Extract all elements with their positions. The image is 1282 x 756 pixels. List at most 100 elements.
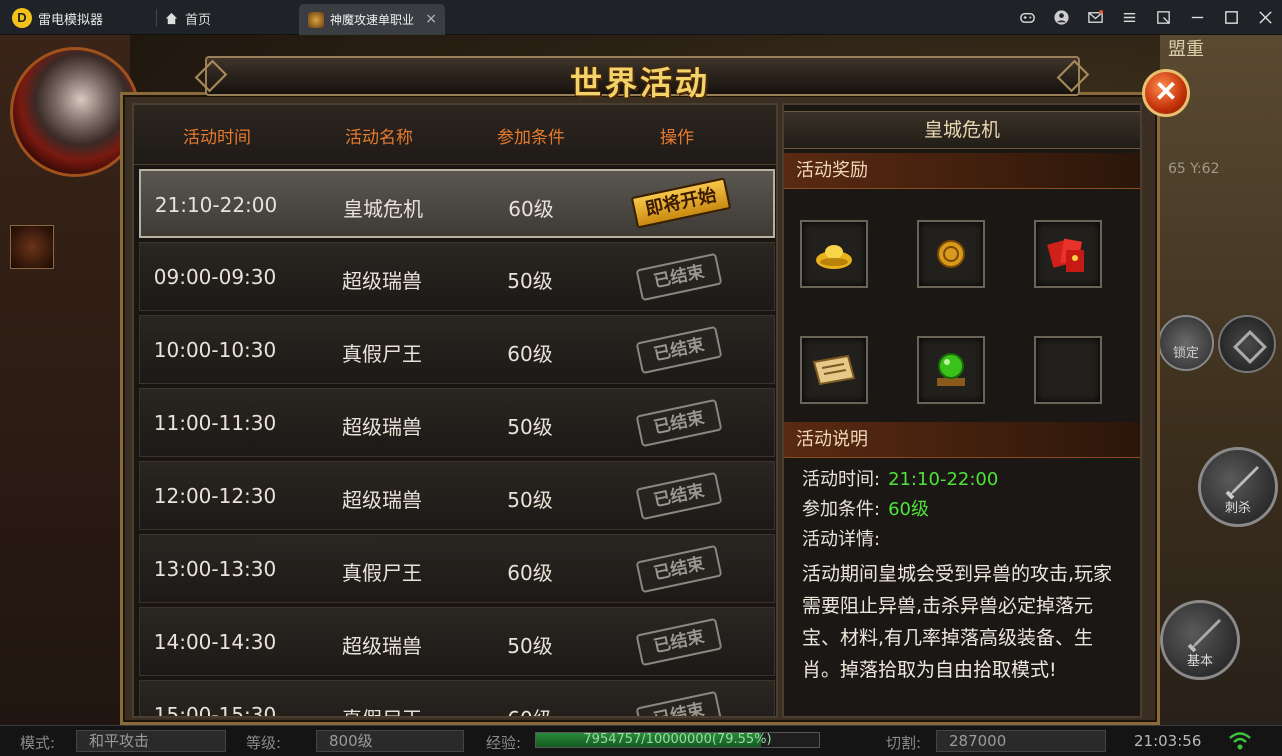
table-row[interactable]: 11:00-11:30 超级瑞兽 50级 已结束: [139, 388, 775, 457]
row-name: 真假尸王: [342, 342, 422, 366]
exp-progress-text: 7954757/10000000(79.55%): [583, 732, 772, 747]
green-orb-icon[interactable]: [917, 336, 985, 404]
clock: 21:03:56: [1134, 732, 1202, 750]
row-time: 21:10-22:00: [154, 193, 278, 217]
wifi-icon: [1229, 732, 1251, 750]
activity-time-line: 活动时间: 21:10-22:00: [802, 465, 998, 491]
row-time: 09:00-09:30: [153, 265, 277, 289]
game-tab-label: 神魔攻速单职业: [330, 13, 415, 27]
row-name: 超级瑞兽: [342, 488, 422, 512]
row-time: 11:00-11:30: [153, 411, 277, 435]
column-header-time: 活动时间: [183, 128, 251, 148]
basic-attack-button[interactable]: 基本: [1160, 600, 1240, 680]
gold-coin-icon[interactable]: [917, 220, 985, 288]
table-row[interactable]: 13:00-13:30 真假尸王 60级 已结束: [139, 534, 775, 603]
row-time: 12:00-12:30: [153, 484, 277, 508]
mode-value[interactable]: 和平攻击: [76, 730, 226, 752]
table-row[interactable]: 14:00-14:30 超级瑞兽 50级 已结束: [139, 607, 775, 676]
column-header-name: 活动名称: [345, 128, 413, 148]
map-coords: 65 Y:62: [1168, 161, 1220, 177]
column-header-action: 操作: [660, 128, 694, 148]
home-icon: [165, 12, 178, 24]
upcoming-stamp[interactable]: 即将开始: [630, 177, 732, 229]
buff-icon[interactable]: [10, 225, 54, 269]
emulator-titlebar: D 雷电模拟器 首页 神魔攻速单职业 ×: [0, 0, 1282, 35]
activity-description: 活动期间皇城会受到异兽的攻击,玩家需要阻止异兽,击杀异兽必定掉落元宝、材料,有几…: [802, 563, 1113, 681]
activity-time-value: 21:10-22:00: [888, 469, 999, 490]
row-time: 13:00-13:30: [153, 557, 277, 581]
reward-heading: 活动奖励: [784, 153, 1140, 189]
empty-reward-slot: [1034, 336, 1102, 404]
ended-stamp: 已结束: [635, 617, 723, 667]
ended-stamp: 已结束: [635, 544, 723, 594]
emulator-logo-icon: D: [12, 8, 32, 28]
maximize-icon[interactable]: [1214, 0, 1248, 35]
thrust-skill-button[interactable]: 刺杀: [1198, 447, 1278, 527]
activity-table: 活动时间 活动名称 参加条件 操作 21:10-22:00 皇城危机 60级 即…: [132, 103, 778, 718]
scroll-icon[interactable]: [800, 336, 868, 404]
activity-time-label: 活动时间:: [802, 469, 881, 490]
row-condition: 50级: [507, 488, 553, 512]
table-row[interactable]: 21:10-22:00 皇城危机 60级 即将开始: [139, 169, 775, 238]
row-condition: 50级: [507, 269, 553, 293]
row-name: 超级瑞兽: [342, 415, 422, 439]
ended-stamp: 已结束: [635, 690, 723, 716]
home-tab[interactable]: 首页: [164, 8, 211, 28]
activity-condition-line: 参加条件: 60级: [802, 495, 929, 521]
table-row[interactable]: 12:00-12:30 超级瑞兽 50级 已结束: [139, 461, 775, 530]
row-name: 超级瑞兽: [342, 634, 422, 658]
popout-icon[interactable]: [1146, 0, 1180, 35]
row-condition: 60级: [507, 561, 553, 585]
cut-label: 切割:: [886, 734, 922, 752]
lock-target-button[interactable]: 锁定: [1158, 315, 1214, 371]
diamond-skill-button[interactable]: [1218, 315, 1276, 373]
detail-title: 皇城危机: [784, 111, 1140, 149]
row-condition: 50级: [507, 634, 553, 658]
sword-icon: [1187, 619, 1221, 653]
status-bar: 模式: 和平攻击 等级: 800级 经验: 7954757/10000000(7…: [0, 725, 1282, 756]
table-row[interactable]: 09:00-09:30 超级瑞兽 50级 已结束: [139, 242, 775, 311]
activity-detail-panel: 皇城危机 活动奖励 活动说明 活动时间: 21:10-22:00 参加条件: 60级…: [782, 103, 1142, 718]
window-controls: [1010, 0, 1282, 35]
exp-progress-bar: 7954757/10000000(79.55%): [535, 732, 820, 748]
dialog-close-button[interactable]: ✕: [1142, 69, 1190, 117]
row-time: 15:00-15:30: [153, 703, 277, 718]
level-label: 等级:: [246, 734, 282, 752]
titlebar-divider: [156, 9, 157, 27]
table-header: 活动时间 活动名称 参加条件 操作: [134, 105, 776, 165]
emulator-app-name: 雷电模拟器: [38, 13, 104, 28]
user-icon[interactable]: [1044, 0, 1078, 35]
table-row[interactable]: 15:00-15:30 真假尸王 60级 已结束: [139, 680, 775, 718]
red-envelope-icon[interactable]: [1034, 220, 1102, 288]
column-header-condition: 参加条件: [497, 128, 565, 148]
lock-label: 锁定: [1172, 346, 1199, 361]
tab-close-icon[interactable]: ×: [425, 11, 437, 27]
minimize-icon[interactable]: [1180, 0, 1214, 35]
cut-value: 287000: [936, 730, 1106, 752]
row-name: 真假尸王: [302, 703, 462, 716]
close-window-icon[interactable]: [1248, 0, 1282, 35]
exp-label: 经验:: [486, 734, 522, 752]
level-value: 800级: [316, 730, 464, 752]
home-tab-label: 首页: [185, 12, 212, 28]
row-condition: 60级: [507, 342, 553, 366]
ended-stamp: 已结束: [635, 471, 723, 521]
map-name: 盟重: [1168, 39, 1204, 60]
activity-condition-label: 参加条件:: [802, 499, 881, 520]
gold-ingot-icon[interactable]: [800, 220, 868, 288]
game-tab[interactable]: 神魔攻速单职业 ×: [299, 4, 445, 35]
description-heading: 活动说明: [784, 422, 1140, 458]
row-condition: 60级: [508, 197, 554, 221]
table-row[interactable]: 10:00-10:30 真假尸王 60级 已结束: [139, 315, 775, 384]
row-name: 皇城危机: [343, 197, 423, 221]
gamepad-icon[interactable]: [1010, 0, 1044, 35]
row-name: 超级瑞兽: [342, 269, 422, 293]
row-condition: 60级: [455, 703, 605, 716]
game-tab-icon: [308, 11, 324, 28]
row-name: 真假尸王: [342, 561, 422, 585]
row-time: 10:00-10:30: [153, 338, 277, 362]
sword-icon: [1225, 466, 1259, 500]
menu-icon[interactable]: [1112, 0, 1146, 35]
mail-icon[interactable]: [1078, 0, 1112, 35]
row-time: 14:00-14:30: [153, 630, 277, 654]
